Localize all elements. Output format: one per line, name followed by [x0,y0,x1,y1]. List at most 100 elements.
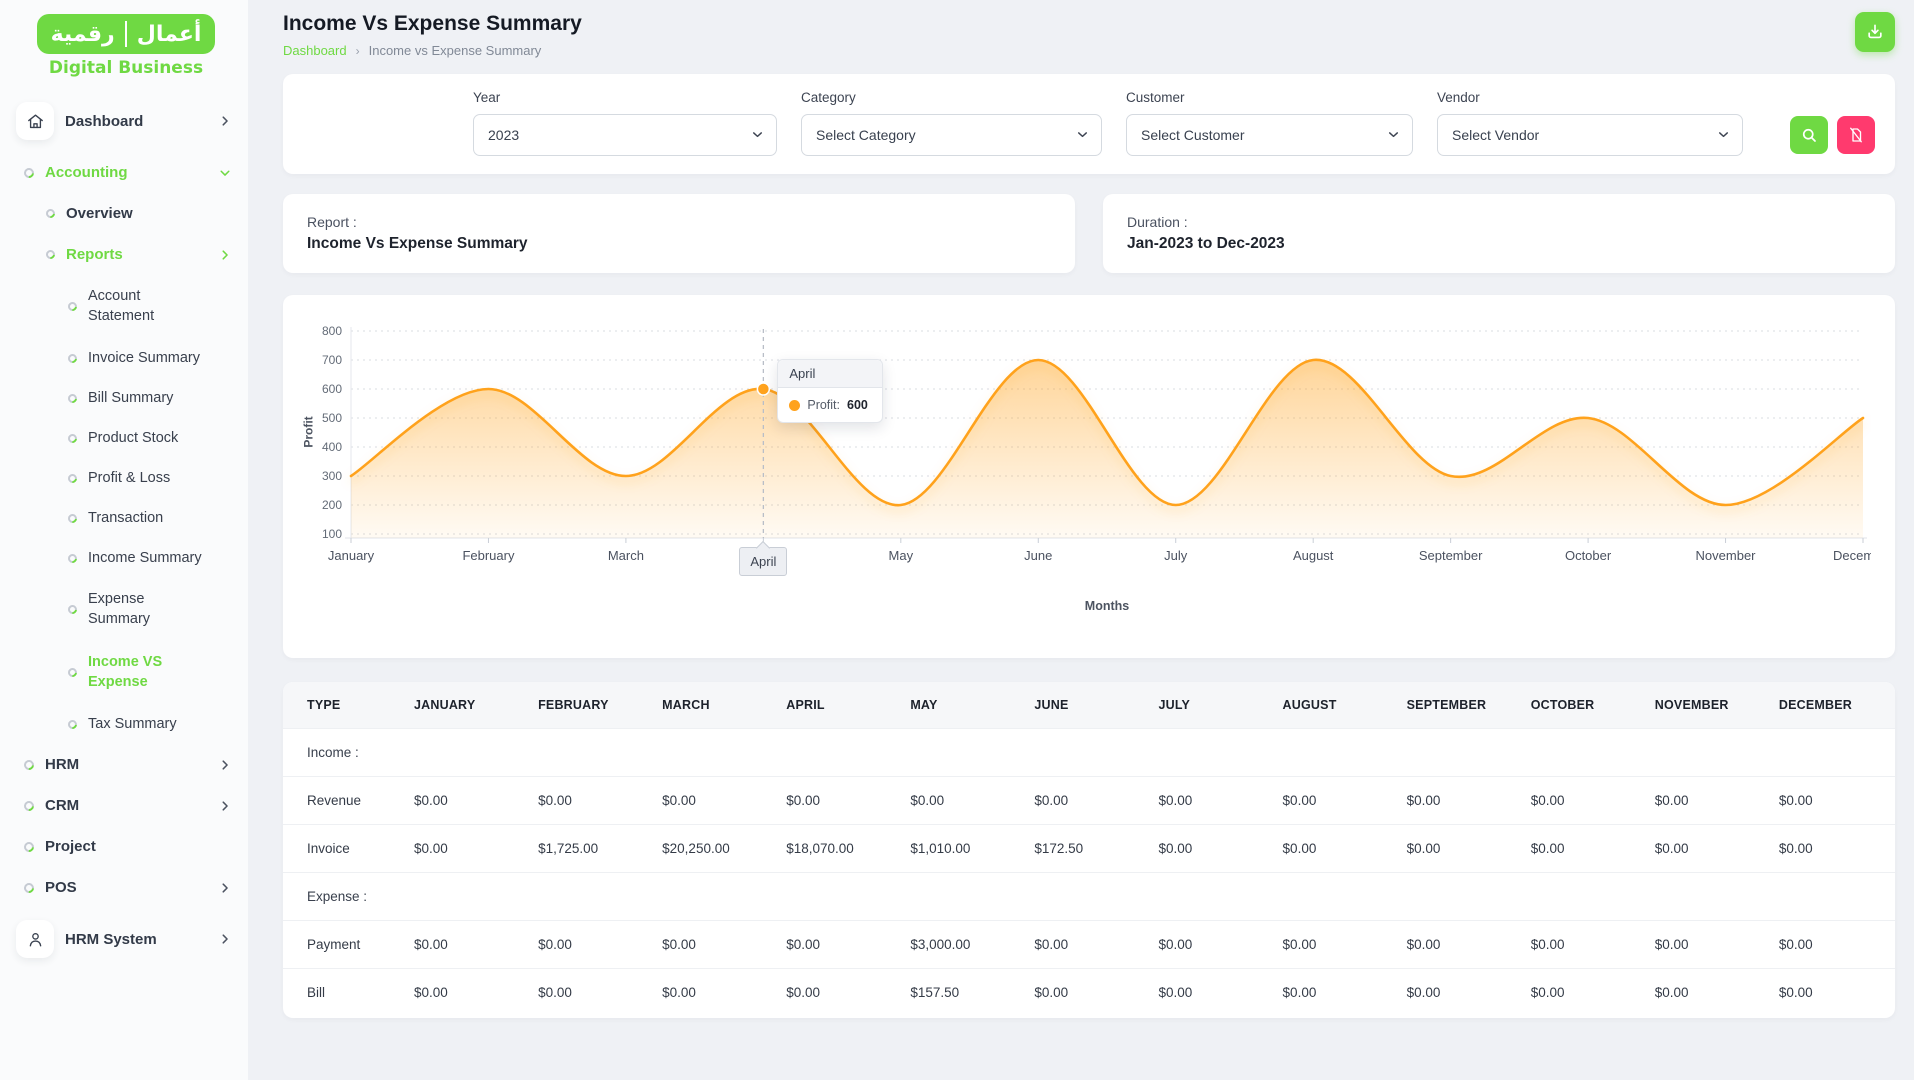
sidebar-item-profit-loss[interactable]: Profit & Loss [14,458,238,498]
bullet-ring-icon [66,351,79,365]
sidebar-item-hrm-system[interactable]: HRM System [14,908,238,970]
brand-tagline: Digital Business [48,58,204,78]
customer-select[interactable]: Select Customer [1126,114,1413,156]
section-row-income: Income : [283,728,1895,777]
sidebar-item-label: Profit & Loss [88,470,171,487]
chart-x-axis-title: Months [1084,599,1130,613]
sidebar-item-hrm[interactable]: HRM [14,744,238,785]
row-label: Payment [283,920,406,969]
cell-value: $157.50 [902,968,1027,1016]
year-select[interactable]: 2023 [473,114,777,156]
column-header-september: SEPTEMBER [1398,682,1523,729]
cell-value: $0.00 [1770,920,1895,969]
sidebar-item-project[interactable]: Project [14,826,238,867]
x-tick-label: December [1833,548,1871,563]
chevron-right-icon [218,881,232,895]
cell-value: $0.00 [654,920,779,969]
search-icon [1800,126,1818,144]
breadcrumb-chevron-icon: › [355,43,360,58]
cell-value: $0.00 [1026,968,1151,1016]
sidebar-item-label: CRM [45,797,80,815]
vendor-select[interactable]: Select Vendor [1437,114,1743,156]
bullet-ring-icon [66,431,79,445]
sidebar-item-reports[interactable]: Reports [14,234,238,275]
filter-bar: Year 2023 Category Select Category Custo… [283,74,1895,174]
cell-value: $0.00 [654,968,779,1016]
chevron-right-icon [218,932,232,946]
sidebar-item-income-summary[interactable]: Income Summary [14,538,238,578]
cell-value: $0.00 [1274,920,1399,969]
sidebar-item-label: Bill Summary [88,390,174,407]
customer-label: Customer [1126,90,1185,105]
sidebar-item-dashboard[interactable]: Dashboard [14,90,238,152]
breadcrumb-dashboard-link[interactable]: Dashboard [283,43,347,58]
bullet-ring-icon [21,165,37,180]
breadcrumb: Dashboard › Income vs Expense Summary [283,43,582,58]
bullet-ring-icon [44,207,57,220]
cell-value: $0.00 [1522,824,1647,873]
cell-value: $0.00 [1150,920,1275,969]
row-label: Revenue [283,776,406,825]
x-tick-label: October [1565,548,1612,563]
duration-value: Jan-2023 to Dec-2023 [1127,235,1285,252]
column-header-march: MARCH [654,682,779,729]
sidebar-item-label: Tax Summary [88,716,177,733]
sidebar-item-expense-summary[interactable]: Expense Summary [14,578,238,641]
sidebar-item-tax-summary[interactable]: Tax Summary [14,704,238,744]
reset-filter-button[interactable] [1837,116,1875,154]
section-label: Income : [283,728,1895,777]
profit-area-chart[interactable]: Profit 800 700 600 500 400 300 200 100 January Fe… [302,317,1894,627]
sidebar-item-income-vs-expense[interactable]: Income VS Expense [14,641,238,704]
sidebar-item-pos[interactable]: POS [14,867,238,908]
sidebar-item-crm[interactable]: CRM [14,785,238,826]
cell-value: $0.00 [1026,776,1151,825]
clipboard-slash-icon [1847,126,1865,144]
sidebar-item-product-stock[interactable]: Product Stock [14,418,238,458]
apply-filter-button[interactable] [1790,116,1828,154]
sidebar-item-label: Accounting [45,164,128,181]
sidebar-item-accounting[interactable]: Accounting [14,152,238,193]
chart-tooltip: April Profit: 600 [777,359,884,423]
category-label: Category [801,90,856,105]
bullet-ring-icon [66,551,79,565]
sidebar-item-overview[interactable]: Overview [14,193,238,234]
cell-value: $0.00 [1770,776,1895,825]
home-icon [16,102,54,140]
report-label: Report : [307,214,357,230]
sidebar-item-bill-summary[interactable]: Bill Summary [14,378,238,418]
sidebar-item-transaction[interactable]: Transaction [14,498,238,538]
cell-value: $0.00 [1274,824,1399,873]
chart-card: Profit 800 700 600 500 400 300 200 100 January Fe… [283,295,1895,658]
column-header-january: JANUARY [406,682,531,729]
cell-value: $0.00 [1522,776,1647,825]
user-icon [16,920,54,959]
bullet-ring-icon [66,603,79,617]
sidebar-item-label: Product Stock [88,430,179,447]
cell-value: $0.00 [1274,968,1399,1016]
download-button[interactable] [1855,12,1895,52]
sidebar-item-label: Project [45,838,96,856]
chart-tooltip-title: April [778,360,883,388]
cell-value: $0.00 [654,776,779,825]
sidebar-item-label: Account Statement [88,288,155,324]
table-body: Income : Revenue $0.00 $0.00 $0.00 $0.00 $0.00… [283,728,1895,1016]
page-header: Income Vs Expense Summary Dashboard › In… [283,12,1895,58]
sidebar-item-invoice-summary[interactable]: Invoice Summary [14,338,238,378]
x-tick-label: February [462,548,515,563]
cell-value: $0.00 [778,776,903,825]
sidebar-item-account-statement[interactable]: Account Statement [14,275,238,338]
chevron-right-icon [218,114,232,128]
cell-value: $0.00 [1646,968,1771,1016]
highlighted-data-point [756,382,771,396]
y-tick-label: 700 [322,353,342,367]
x-tick-label: June [1024,548,1052,563]
cell-value: $0.00 [1150,824,1275,873]
y-tick-label: 300 [322,469,342,483]
chevron-right-icon [218,799,232,813]
bullet-ring-icon [44,248,57,261]
section-label: Expense : [283,872,1895,921]
cell-value: $0.00 [530,968,655,1016]
category-select[interactable]: Select Category [801,114,1102,156]
chart-y-axis-title: Profit [301,416,316,448]
y-tick-label: 200 [322,498,342,512]
